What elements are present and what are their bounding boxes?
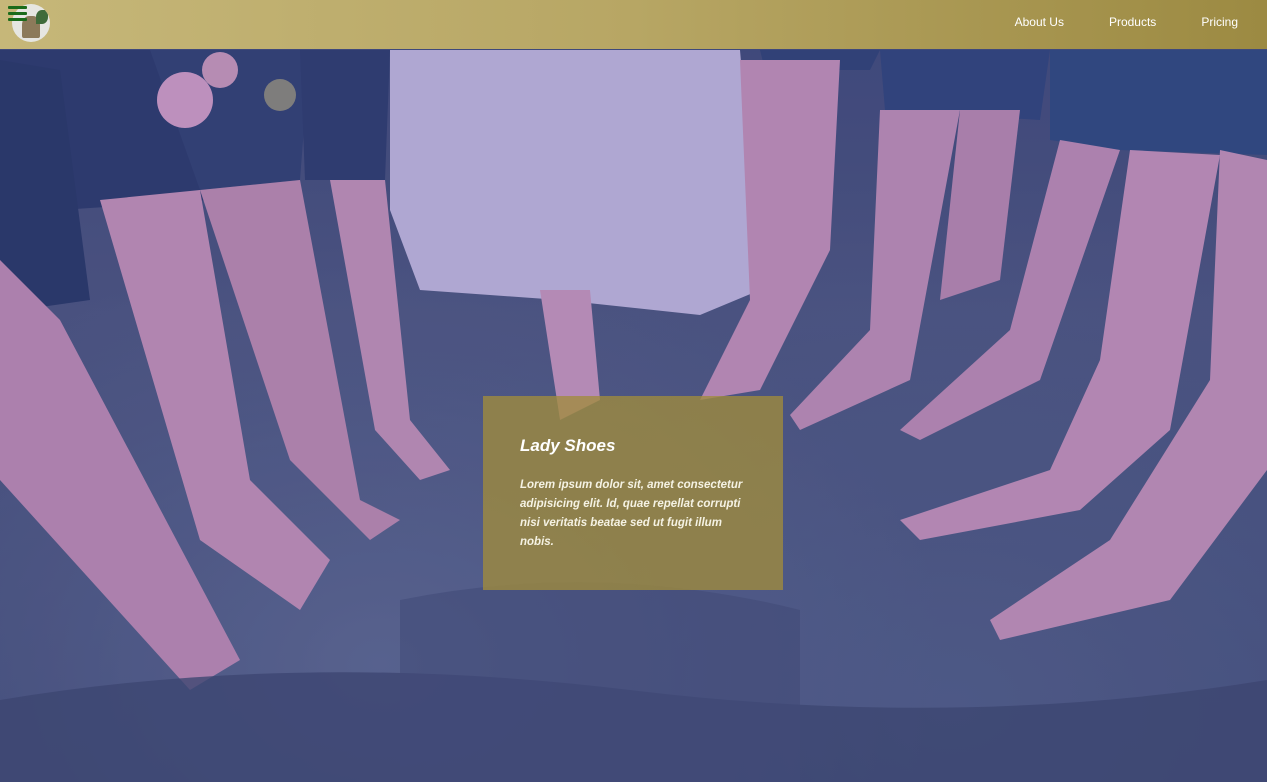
hero-info-card: Lady Shoes Lorem ipsum dolor sit, amet c… <box>483 396 783 590</box>
hero-background-image <box>0 0 1267 782</box>
hamburger-menu-icon[interactable] <box>8 6 27 21</box>
nav-link-products[interactable]: Products <box>1109 15 1156 29</box>
navbar: About Us Products Pricing <box>0 0 1267 49</box>
card-title: Lady Shoes <box>520 436 616 455</box>
nav-links: About Us Products Pricing <box>1015 0 1267 44</box>
nav-link-about-us[interactable]: About Us <box>1015 15 1064 29</box>
hero-color-overlay <box>0 0 1267 782</box>
nav-link-pricing[interactable]: Pricing <box>1201 15 1238 29</box>
logo-leaf-icon <box>36 10 48 24</box>
card-description: Lorem ipsum dolor sit, amet consectetur … <box>520 479 743 548</box>
